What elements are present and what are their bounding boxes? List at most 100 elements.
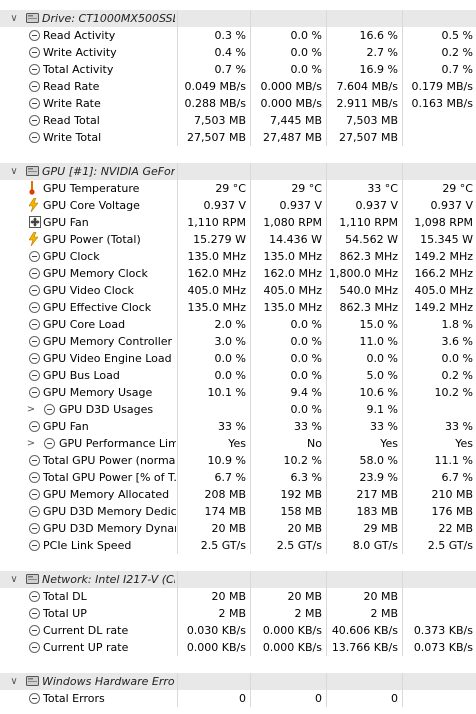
- sensor-row[interactable]: GPU Video Engine Load 0.0 % 0.0 % 0.0 % 0.0 …: [0, 350, 476, 367]
- sensor-row[interactable]: GPU Fan 33 % 33 % 33 % 33 %: [0, 418, 476, 435]
- sensor-row[interactable]: GPU Memory Controller L...3.0 %0.0 %11.0…: [0, 333, 476, 350]
- empty-cell: [250, 163, 326, 180]
- sensor-row[interactable]: Write Activity 0.4 % 0.0 % 2.7 % 0.2 %: [0, 44, 476, 61]
- current-value: 174 MB: [177, 503, 250, 520]
- sensor-name: GPU Video Clock: [43, 284, 134, 297]
- average-value: 29 °C: [402, 180, 476, 197]
- sensor-name: Total Errors: [43, 692, 105, 705]
- minimum-value: 9.4 %: [250, 384, 326, 401]
- average-value: 0.073 KB/s: [402, 639, 476, 656]
- current-value: 0.3 %: [177, 27, 250, 44]
- sensor-name: Total Activity: [43, 63, 114, 76]
- sensor-row[interactable]: Read Rate 0.049 MB/s 0.000 MB/s 7.604 MB/s 0…: [0, 78, 476, 95]
- sensor-row[interactable]: Total DL 20 MB 20 MB 20 MB: [0, 588, 476, 605]
- empty-cell: [326, 571, 402, 588]
- group-title: Network: Intel I217-V (Cl...: [42, 573, 175, 586]
- sensor-row[interactable]: GPU Memory Allocated 208 MB 192 MB 217 MB 21…: [0, 486, 476, 503]
- maximum-value: 20 MB: [326, 588, 402, 605]
- sensor-row[interactable]: GPU Temperature 29 °C 29 °C 33 °C 29 °C: [0, 180, 476, 197]
- minimum-value: 1,080 RPM: [250, 214, 326, 231]
- average-value: [402, 605, 476, 622]
- maximum-value: 54.562 W: [326, 231, 402, 248]
- average-value: 176 MB: [402, 503, 476, 520]
- maximum-value: 11.0 %: [326, 333, 402, 350]
- sensor-row[interactable]: Total Activity 0.7 % 0.0 % 16.9 % 0.7 %: [0, 61, 476, 78]
- clock-icon: [29, 30, 40, 41]
- sensor-group-header[interactable]: ∨ Network: Intel I217-V (Cl...: [0, 571, 476, 588]
- sensor-row[interactable]: GPU Video Clock 405.0 MHz 405.0 MHz 540.0 M…: [0, 282, 476, 299]
- sensor-group-header[interactable]: ∨ GPU [#1]: NVIDIA GeFor...: [0, 163, 476, 180]
- sensor-row[interactable]: GPU Core Load 2.0 % 0.0 % 15.0 % 1.8 %: [0, 316, 476, 333]
- sensor-row[interactable]: GPU Memory Usage 10.1 % 9.4 % 10.6 % 10.2 %: [0, 384, 476, 401]
- drive-icon: [26, 573, 39, 585]
- sensor-name: GPU Memory Allocated: [43, 488, 170, 501]
- empty-cell: [402, 10, 476, 27]
- sensor-row[interactable]: PCIe Link Speed 2.5 GT/s 2.5 GT/s 8.0 GT/s 2…: [0, 537, 476, 554]
- empty-cell: [250, 571, 326, 588]
- sensor-row[interactable]: GPU Effective Clock 135.0 MHz 135.0 MHz 862…: [0, 299, 476, 316]
- clock-icon: [29, 387, 40, 398]
- sensor-label-cell: GPU Memory Controller L...: [0, 333, 177, 350]
- average-value: 0.0 %: [402, 350, 476, 367]
- average-value: 0.2 %: [402, 44, 476, 61]
- sensor-row[interactable]: >GPU Performance LimitsYesNoYesYes: [0, 435, 476, 452]
- sensor-row[interactable]: GPU Power (Total) 15.279 W 14.436 W 54.562 …: [0, 231, 476, 248]
- sensor-row[interactable]: Current UP rate 0.000 KB/s 0.000 KB/s 13.76…: [0, 639, 476, 656]
- current-value: 0.4 %: [177, 44, 250, 61]
- average-value: 0.163 MB/s: [402, 95, 476, 112]
- maximum-value: 862.3 MHz: [326, 299, 402, 316]
- current-value: 0.049 MB/s: [177, 78, 250, 95]
- sensor-name: PCIe Link Speed: [43, 539, 132, 552]
- chevron-right-icon[interactable]: >: [26, 435, 36, 452]
- chevron-down-icon[interactable]: ∨: [9, 10, 19, 27]
- sensor-name: Total UP: [43, 607, 87, 620]
- clock-icon: [29, 336, 40, 347]
- sensor-name: GPU D3D Usages: [59, 403, 154, 416]
- average-value: 33 %: [402, 418, 476, 435]
- sensor-row[interactable]: Total Errors 0 0 0: [0, 690, 476, 707]
- sensor-row[interactable]: GPU D3D Memory Dedica...174 MB158 MB183 …: [0, 503, 476, 520]
- sensor-row[interactable]: > GPU D3D Usages 0.0 % 9.1 %: [0, 401, 476, 418]
- minimum-value: 10.2 %: [250, 452, 326, 469]
- chevron-down-icon[interactable]: ∨: [9, 571, 19, 588]
- average-value: 405.0 MHz: [402, 282, 476, 299]
- empty-cell: [402, 163, 476, 180]
- clock-icon: [29, 285, 40, 296]
- sensor-row[interactable]: GPU Core Voltage 0.937 V 0.937 V 0.937 V 0.9…: [0, 197, 476, 214]
- sensor-name: GPU Effective Clock: [43, 301, 152, 314]
- sensor-row[interactable]: Total GPU Power [% of T... 6.7 % 6.3 % 23.9…: [0, 469, 476, 486]
- empty-cell: [326, 10, 402, 27]
- group-title: Drive: CT1000MX500SSD...: [42, 12, 175, 25]
- chevron-down-icon[interactable]: ∨: [9, 673, 19, 690]
- sensor-row[interactable]: Write Total 27,507 MB 27,487 MB 27,507 MB: [0, 129, 476, 146]
- sensor-row[interactable]: GPU Fan 1,110 RPM 1,080 RPM 1,110 RPM 1,098 …: [0, 214, 476, 231]
- sensor-row[interactable]: Current DL rate 0.030 KB/s 0.000 KB/s 40.60…: [0, 622, 476, 639]
- sensor-row[interactable]: Total GPU Power (normali...10.9 %10.2 %5…: [0, 452, 476, 469]
- empty-cell: [250, 673, 326, 690]
- sensor-row[interactable]: Read Total 7,503 MB 7,445 MB 7,503 MB: [0, 112, 476, 129]
- sensor-row[interactable]: GPU Memory Clock 162.0 MHz 162.0 MHz 1,800.…: [0, 265, 476, 282]
- sensor-row[interactable]: GPU Clock 135.0 MHz 135.0 MHz 862.3 MHz 149.…: [0, 248, 476, 265]
- group-header-cell: ∨ Network: Intel I217-V (Cl...: [0, 571, 177, 588]
- sensor-group-header[interactable]: ∨ Windows Hardware Error...: [0, 673, 476, 690]
- minimum-value: 135.0 MHz: [250, 248, 326, 265]
- current-value: 405.0 MHz: [177, 282, 250, 299]
- sensor-label-cell: Write Activity: [0, 44, 177, 61]
- sensor-row[interactable]: Write Rate 0.288 MB/s 0.000 MB/s 2.911 MB/s…: [0, 95, 476, 112]
- sensor-row[interactable]: Total UP 2 MB 2 MB 2 MB: [0, 605, 476, 622]
- average-value: [402, 690, 476, 707]
- sensor-name: Total GPU Power [% of T...: [43, 471, 176, 484]
- sensor-group-header[interactable]: ∨ Drive: CT1000MX500SSD...: [0, 10, 476, 27]
- minimum-value: 192 MB: [250, 486, 326, 503]
- sensor-label-cell: GPU Temperature: [0, 180, 177, 197]
- chevron-right-icon[interactable]: >: [26, 401, 36, 418]
- chevron-down-icon[interactable]: ∨: [9, 163, 19, 180]
- sensor-row[interactable]: Read Activity 0.3 % 0.0 % 16.6 % 0.5 %: [0, 27, 476, 44]
- sensor-label-cell: Current DL rate: [0, 622, 177, 639]
- minimum-value: 0.000 MB/s: [250, 78, 326, 95]
- sensor-row[interactable]: GPU Bus Load 0.0 % 0.0 % 5.0 % 0.2 %: [0, 367, 476, 384]
- sensor-row[interactable]: GPU D3D Memory Dynamic20 MB20 MB29 MB22 …: [0, 520, 476, 537]
- average-value: 6.7 %: [402, 469, 476, 486]
- sensor-label-cell: Write Total: [0, 129, 177, 146]
- clock-icon: [29, 523, 40, 534]
